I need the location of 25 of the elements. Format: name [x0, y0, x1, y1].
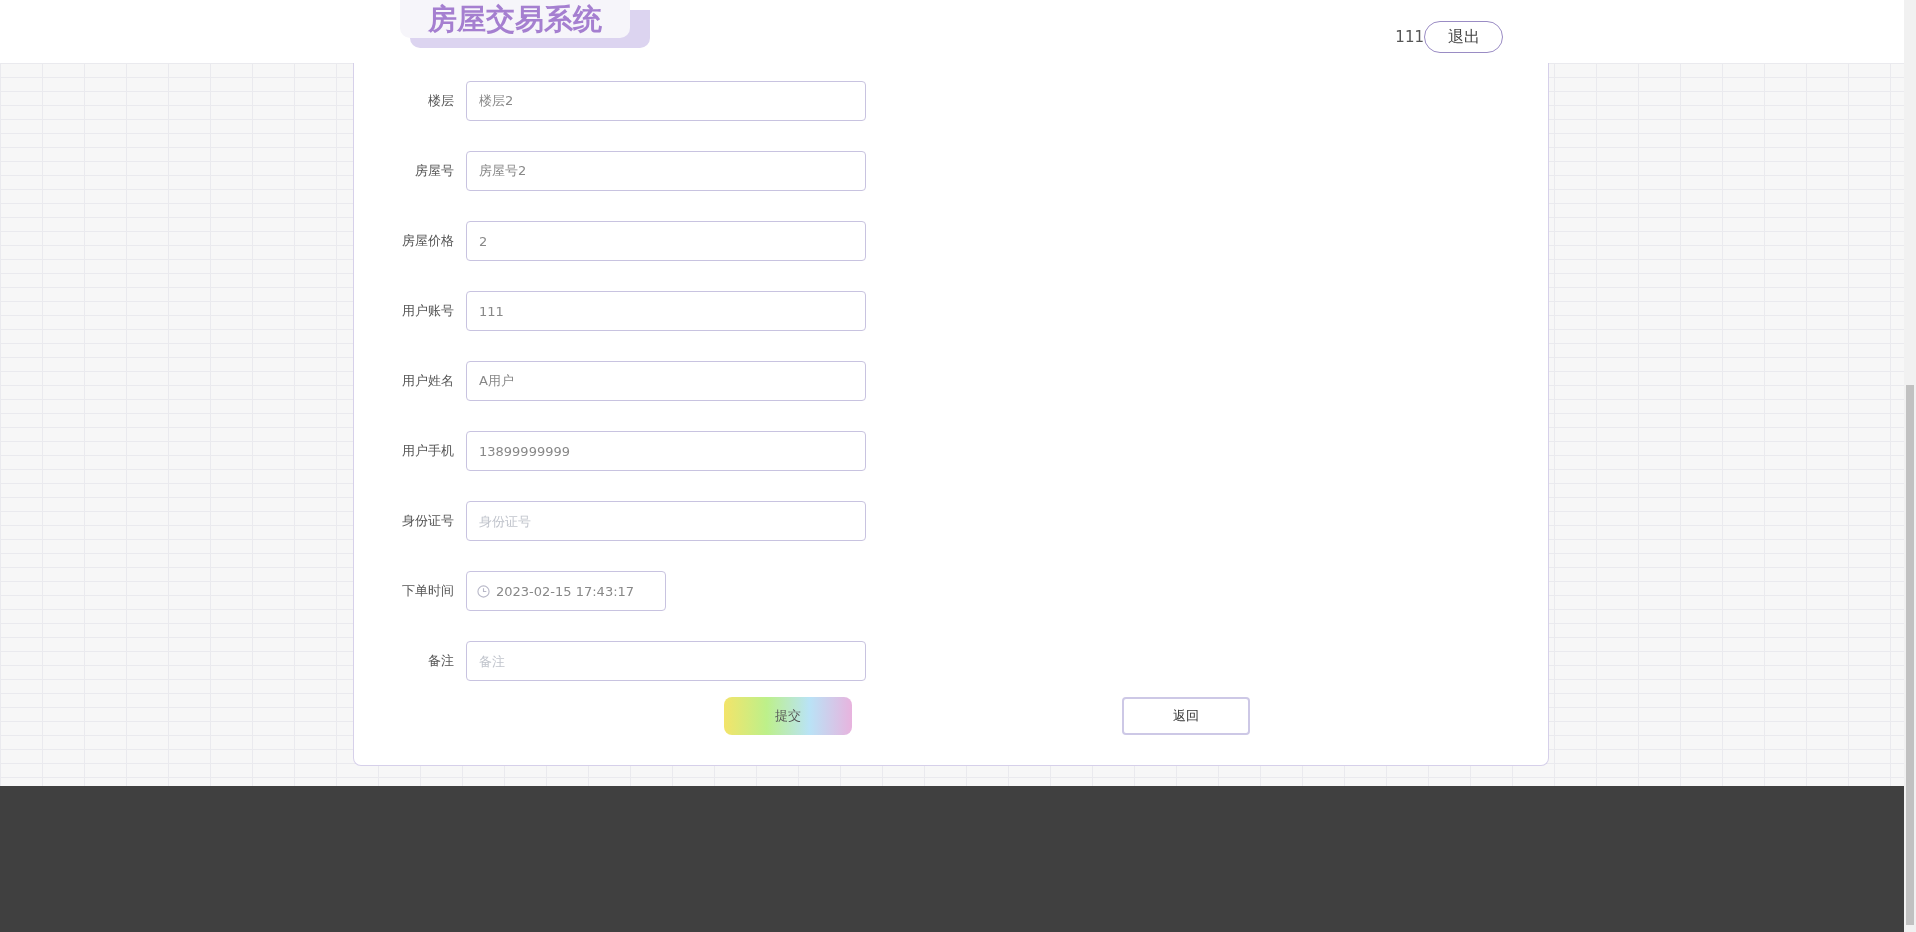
logout-button[interactable]: 退出 — [1424, 21, 1503, 53]
field-label: 备注 — [427, 652, 455, 670]
field-label: 用户姓名 — [401, 372, 455, 390]
username: 111 — [1395, 28, 1424, 46]
input-field[interactable]: 备注 — [466, 641, 866, 681]
input-field[interactable]: 13899999999 — [466, 431, 866, 471]
input-field[interactable]: 房屋号2 — [466, 151, 866, 191]
input-field[interactable]: A用户 — [466, 361, 866, 401]
field-label: 楼层 — [427, 92, 455, 110]
input-field[interactable]: 身份证号 — [466, 501, 866, 541]
scrollbar[interactable] — [1904, 0, 1916, 932]
input-field[interactable]: 111 — [466, 291, 866, 331]
field-label: 房屋号 — [414, 162, 455, 180]
field-label: 下单时间 — [401, 582, 455, 600]
datetime-field[interactable]: 2023-02-15 17:43:17 — [466, 571, 666, 611]
field-label: 用户手机 — [401, 442, 455, 460]
field-label: 用户账号 — [401, 302, 455, 320]
field-label: 房屋价格 — [401, 232, 455, 250]
field-label: 身份证号 — [401, 512, 455, 530]
input-field[interactable]: 楼层2 — [466, 81, 866, 121]
clock-icon — [477, 584, 490, 598]
input-field[interactable]: 2 — [466, 221, 866, 261]
submit-button[interactable]: 提交 — [724, 697, 852, 735]
site-title: 房屋交易系统 — [400, 0, 630, 38]
back-button[interactable]: 返回 — [1122, 697, 1250, 735]
